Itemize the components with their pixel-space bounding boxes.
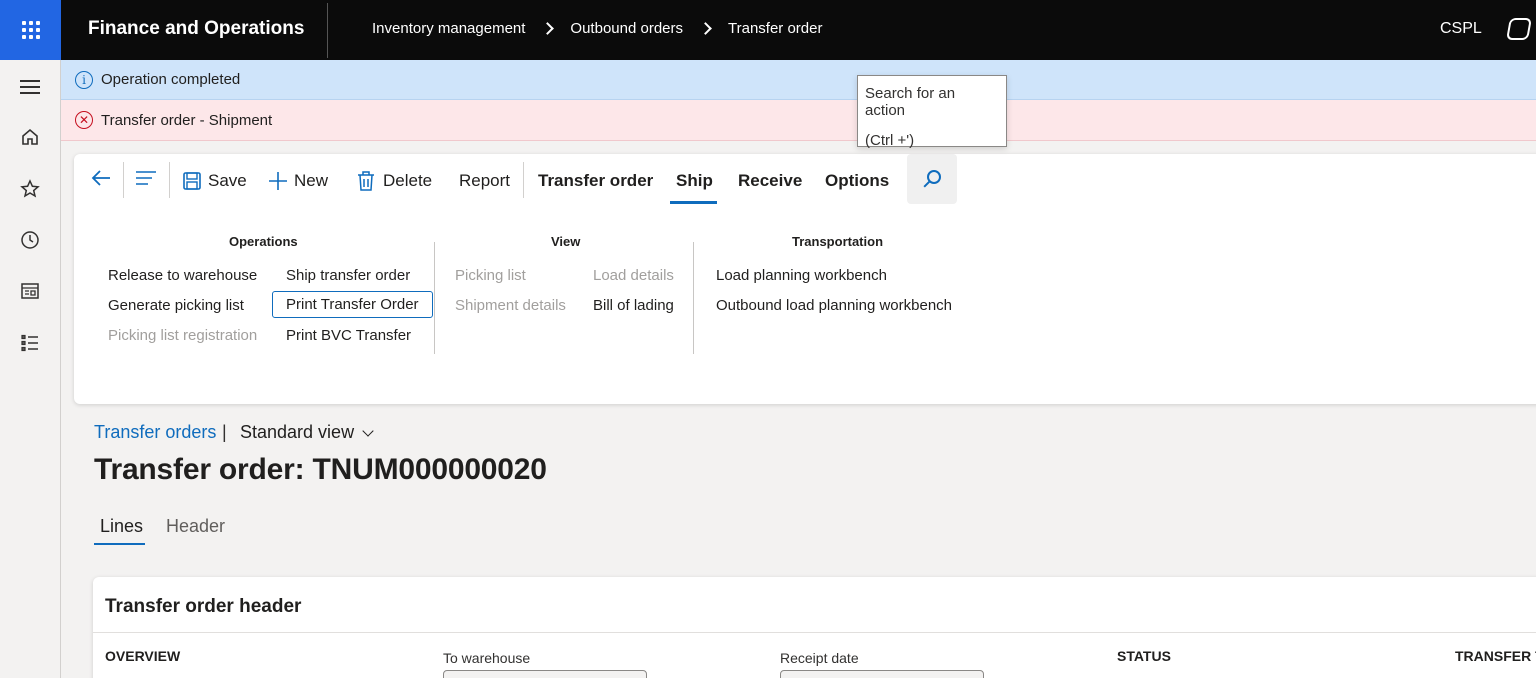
nav-favorites-button[interactable] bbox=[19, 178, 41, 200]
nav-recent-button[interactable] bbox=[19, 229, 41, 251]
error-message-bar: ✕ Transfer order - Shipment bbox=[61, 100, 1536, 141]
tab-header[interactable]: Header bbox=[166, 516, 225, 537]
workspace-icon bbox=[21, 283, 39, 299]
transfer-section-label: TRANSFER T bbox=[1455, 648, 1536, 664]
card-divider bbox=[93, 632, 1536, 633]
nav-modules-button[interactable] bbox=[19, 332, 41, 354]
receipt-date-field[interactable] bbox=[780, 670, 984, 678]
breadcrumb-transfer-order[interactable]: Transfer order bbox=[728, 20, 822, 37]
search-action-button[interactable] bbox=[907, 154, 957, 204]
group-separator bbox=[693, 242, 694, 354]
group-title-view: View bbox=[551, 234, 581, 249]
transfer-order-header-card: Transfer order header OVERVIEW To wareho… bbox=[93, 577, 1536, 678]
hamburger-icon bbox=[20, 80, 40, 94]
to-warehouse-field[interactable] bbox=[443, 670, 647, 678]
tab-options[interactable]: Options bbox=[825, 171, 889, 191]
home-icon bbox=[22, 128, 38, 145]
search-action-tooltip: Search for an action (Ctrl +') bbox=[857, 75, 1007, 149]
list-icon bbox=[21, 334, 38, 352]
lines-icon bbox=[136, 171, 156, 185]
copilot-icon[interactable] bbox=[1506, 18, 1532, 40]
status-section-label: STATUS bbox=[1117, 648, 1171, 664]
picking-list-registration-button[interactable]: Picking list registration bbox=[108, 327, 257, 344]
nav-home-button[interactable] bbox=[19, 126, 41, 148]
info-icon: i bbox=[75, 70, 93, 89]
top-bar: Finance and Operations Inventory managem… bbox=[0, 0, 1536, 60]
app-title[interactable]: Finance and Operations bbox=[88, 18, 304, 40]
delete-label: Delete bbox=[383, 171, 433, 190]
nav-menu-button[interactable] bbox=[19, 76, 41, 98]
waffle-icon bbox=[21, 21, 40, 39]
new-button[interactable]: New bbox=[268, 171, 328, 191]
clock-icon bbox=[21, 231, 39, 249]
receipt-date-label: Receipt date bbox=[780, 650, 859, 666]
tab-lines[interactable]: Lines bbox=[100, 516, 143, 537]
back-button[interactable] bbox=[90, 168, 112, 188]
search-icon bbox=[927, 170, 941, 184]
left-navigation bbox=[0, 60, 61, 678]
to-warehouse-label: To warehouse bbox=[443, 650, 531, 666]
view-selector[interactable]: Standard view bbox=[240, 422, 374, 443]
plus-icon bbox=[269, 172, 287, 190]
delete-button[interactable]: Delete bbox=[357, 171, 432, 191]
tab-transfer-order[interactable]: Transfer order bbox=[538, 171, 653, 191]
chevron-down-icon bbox=[362, 424, 374, 437]
active-tab-indicator bbox=[670, 201, 717, 204]
app-launcher-button[interactable] bbox=[0, 0, 61, 60]
picking-list-button[interactable]: Picking list bbox=[455, 267, 526, 284]
print-transfer-order-button[interactable]: Print Transfer Order bbox=[272, 291, 433, 318]
action-pane: Save New Delete Report Transfer order Sh… bbox=[74, 154, 1536, 404]
group-title-transportation: Transportation bbox=[792, 234, 884, 249]
star-icon bbox=[20, 179, 40, 198]
breadcrumb-inventory-management[interactable]: Inventory management bbox=[372, 20, 525, 37]
error-icon: ✕ bbox=[75, 111, 93, 129]
nav-workspaces-button[interactable] bbox=[19, 280, 41, 302]
shipment-details-button[interactable]: Shipment details bbox=[455, 297, 566, 314]
tooltip-shortcut: (Ctrl +') bbox=[865, 132, 915, 149]
bill-of-lading-button[interactable]: Bill of lading bbox=[593, 297, 674, 314]
info-message-bar: i Operation completed bbox=[61, 60, 1536, 100]
info-message-text: Operation completed bbox=[101, 71, 241, 88]
transfer-orders-link[interactable]: Transfer orders bbox=[94, 422, 216, 443]
chevron-right-icon bbox=[541, 22, 555, 35]
load-planning-workbench-button[interactable]: Load planning workbench bbox=[716, 267, 887, 284]
group-separator bbox=[434, 242, 435, 354]
report-button[interactable]: Report bbox=[459, 171, 510, 191]
active-tab-indicator bbox=[94, 543, 145, 545]
breadcrumb: Inventory management Outbound orders Tra… bbox=[372, 20, 822, 37]
company-picker[interactable]: CSPL bbox=[1440, 20, 1482, 38]
new-label: New bbox=[294, 171, 329, 190]
print-bvc-transfer-button[interactable]: Print BVC Transfer bbox=[286, 327, 411, 344]
overview-section-label: OVERVIEW bbox=[105, 648, 181, 664]
top-divider bbox=[327, 3, 328, 58]
list-toggle-button[interactable] bbox=[135, 169, 157, 187]
card-title[interactable]: Transfer order header bbox=[105, 596, 301, 618]
save-label: Save bbox=[208, 171, 247, 190]
generate-picking-list-button[interactable]: Generate picking list bbox=[108, 297, 244, 314]
tooltip-title: Search for an action bbox=[865, 85, 956, 119]
save-icon bbox=[183, 172, 201, 190]
action-separator bbox=[123, 162, 124, 198]
arrow-left-icon bbox=[91, 170, 110, 186]
page-title: Transfer order: TNUM000000020 bbox=[94, 453, 547, 486]
tab-receive[interactable]: Receive bbox=[738, 171, 802, 191]
breadcrumb-outbound-orders[interactable]: Outbound orders bbox=[570, 20, 683, 37]
ship-transfer-order-button[interactable]: Ship transfer order bbox=[286, 267, 410, 284]
action-separator bbox=[169, 162, 170, 198]
action-separator bbox=[523, 162, 524, 198]
outbound-load-planning-workbench-button[interactable]: Outbound load planning workbench bbox=[716, 297, 952, 314]
view-separator: | bbox=[222, 422, 227, 442]
error-message-text[interactable]: Transfer order - Shipment bbox=[101, 112, 272, 129]
view-selector-label: Standard view bbox=[240, 422, 355, 442]
trash-icon bbox=[358, 171, 374, 191]
load-details-button[interactable]: Load details bbox=[593, 267, 674, 284]
tab-ship[interactable]: Ship bbox=[676, 171, 713, 191]
save-button[interactable]: Save bbox=[182, 171, 247, 191]
release-to-warehouse-button[interactable]: Release to warehouse bbox=[108, 267, 257, 284]
group-title-operations: Operations bbox=[229, 234, 298, 249]
chevron-right-icon bbox=[699, 22, 712, 35]
